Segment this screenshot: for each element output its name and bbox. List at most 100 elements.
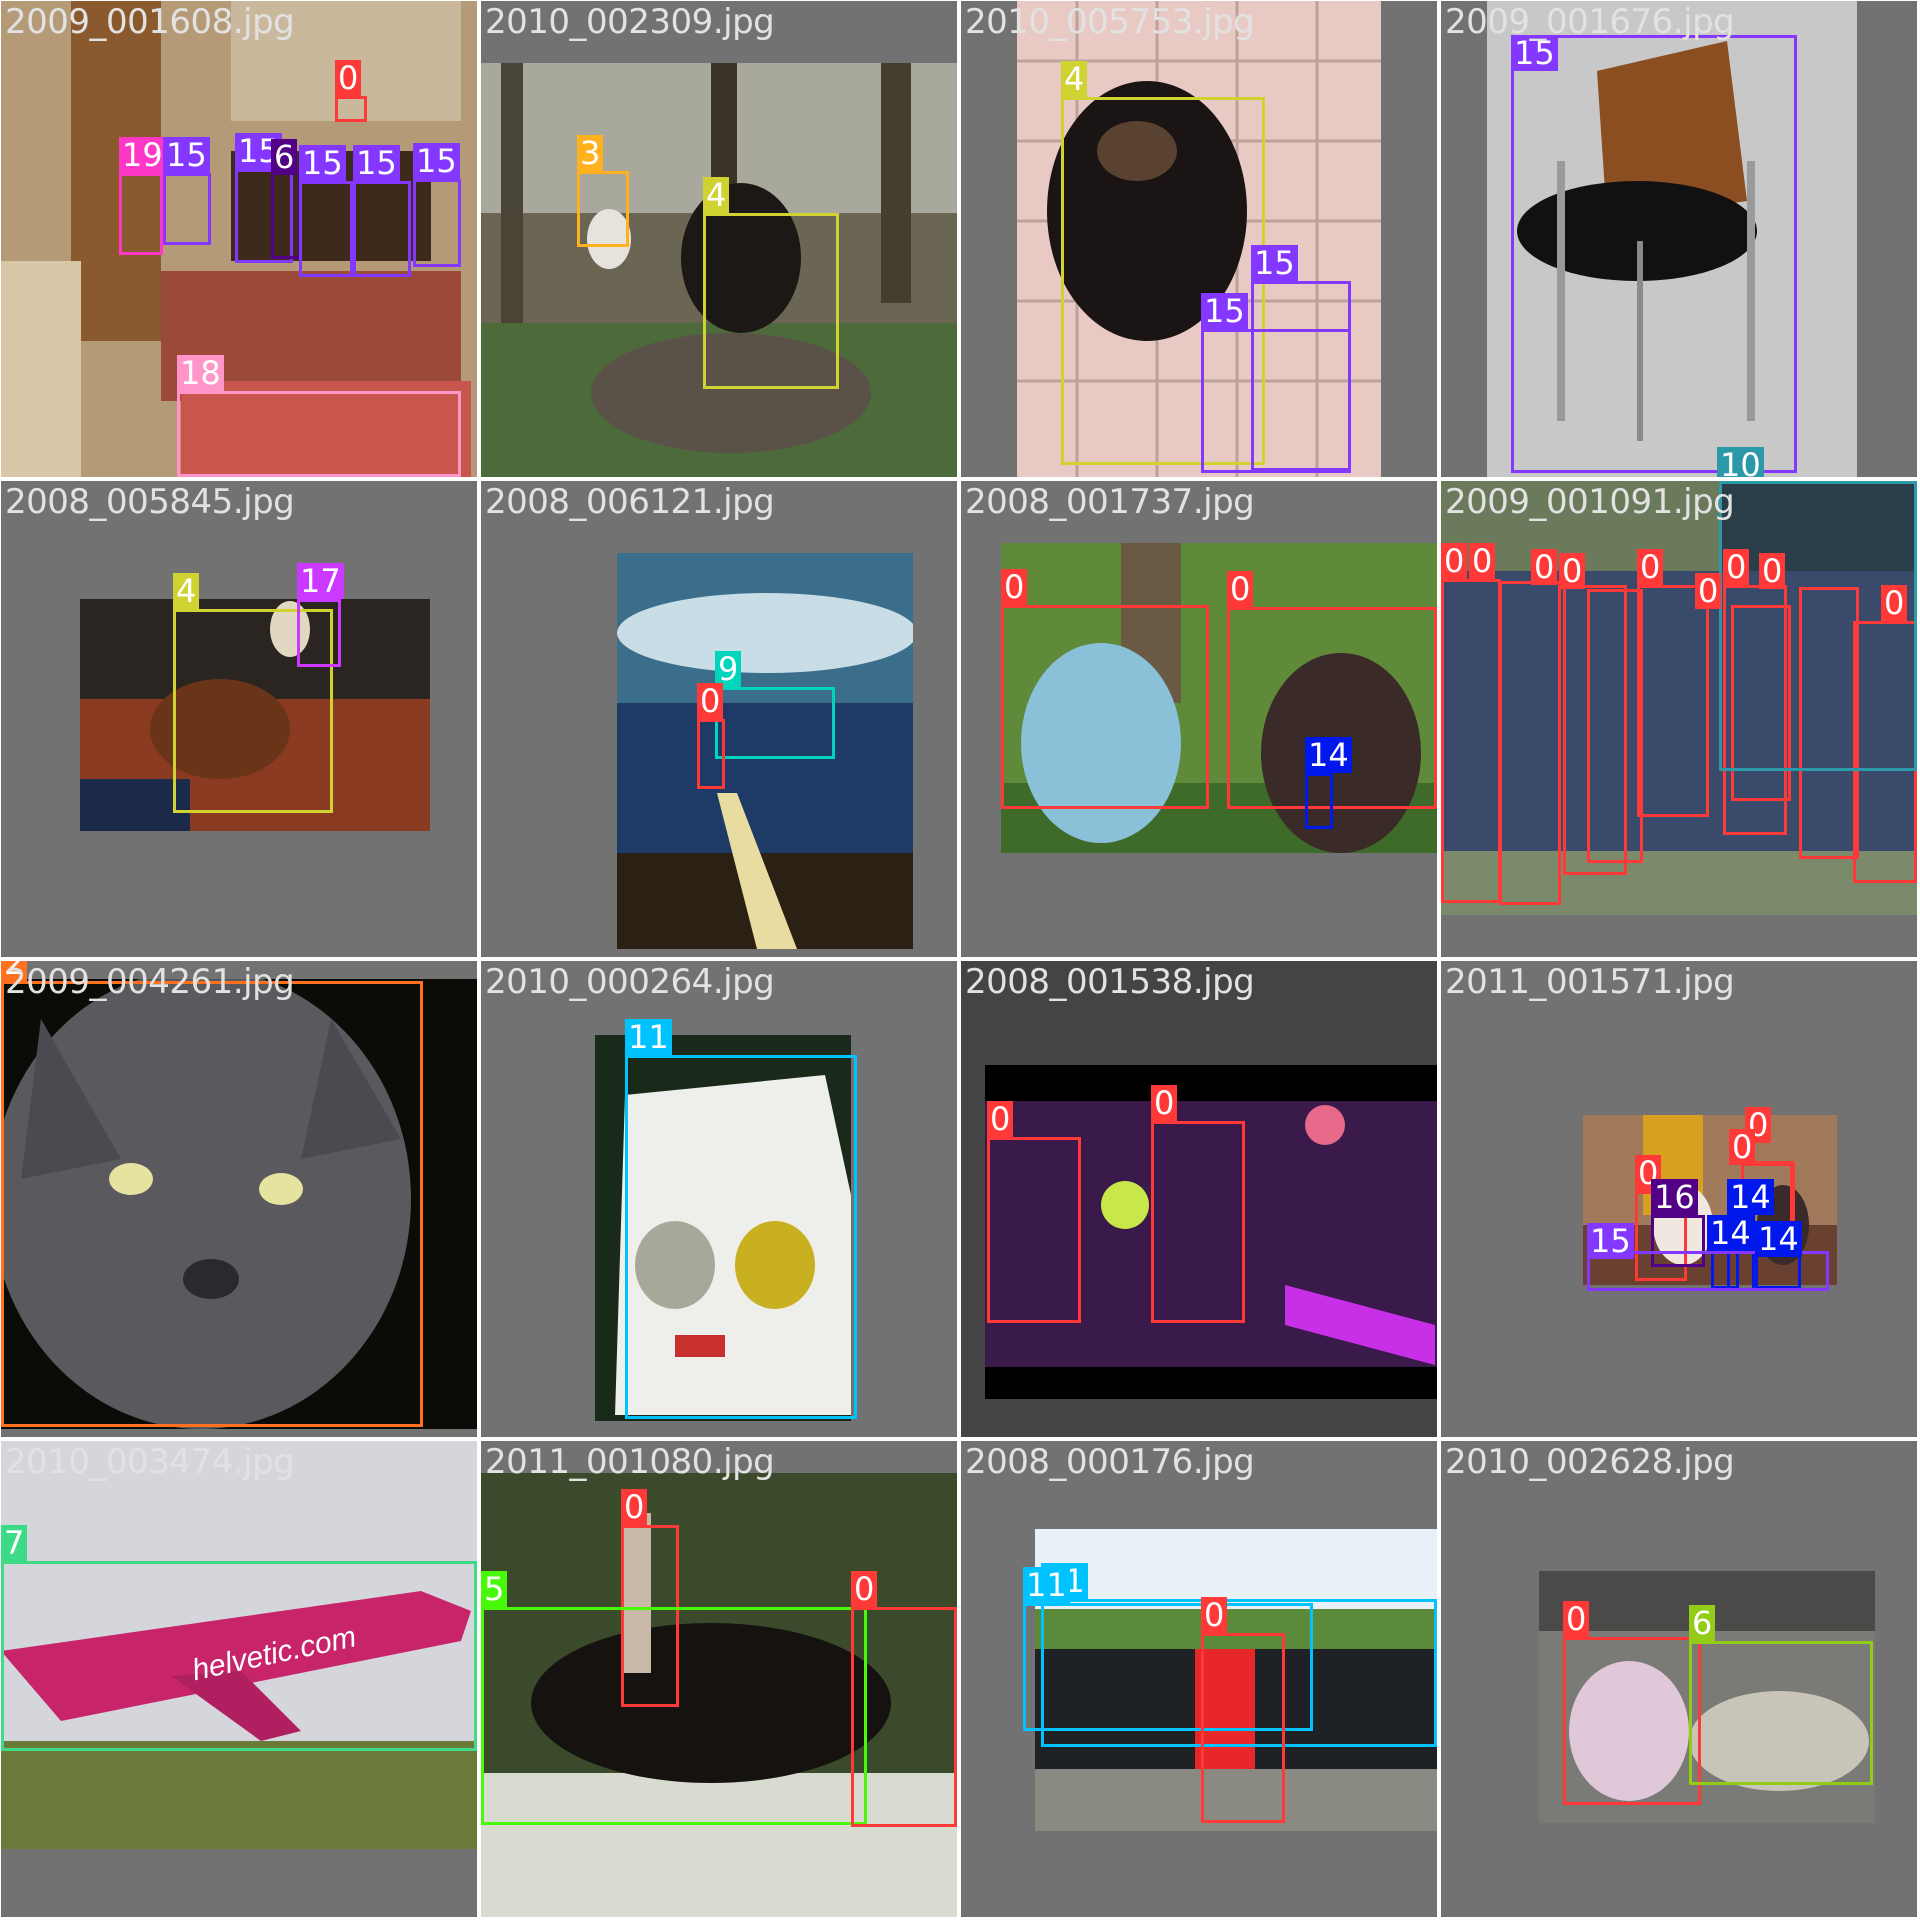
mosaic-tile: 2009_001091.jpg 0 0 0 0 0 0 0 0 0 <box>1441 481 1917 957</box>
bbox-label: 0 <box>1531 549 1558 585</box>
bbox-label: 0 <box>1151 1085 1178 1121</box>
bbox-label: 0 <box>851 1571 878 1607</box>
mosaic-tile: 2009_001676.jpg 15 10 <box>1441 1 1917 477</box>
bbox-person <box>1151 1121 1245 1323</box>
bbox-label: 0 <box>1759 553 1786 589</box>
bbox-car <box>625 1055 857 1419</box>
bbox-label: 6 <box>271 139 298 175</box>
bbox-label: 3 <box>577 135 604 171</box>
bbox-person <box>1441 579 1501 903</box>
tile-filename: 2008_005845.jpg <box>5 482 295 522</box>
bbox-label: 4 <box>1061 61 1088 97</box>
bbox-label: 0 <box>1723 549 1750 585</box>
bbox-person <box>1201 1633 1285 1823</box>
mosaic-tile: 2010_005753.jpg 4 15 15 <box>961 1 1437 477</box>
bbox-label: 0 <box>1729 1129 1756 1165</box>
bbox-label: 10 <box>1717 447 1764 477</box>
tile-filename: 2011_001571.jpg <box>1445 962 1735 1002</box>
mosaic-tile: 2008_005845.jpg 4 17 <box>1 481 477 957</box>
mosaic-tile: 2008_001538.jpg 0 0 <box>961 961 1437 1437</box>
bbox-chair <box>1511 35 1797 473</box>
mosaic-tile: 2010_000264.jpg 11 <box>481 961 957 1437</box>
bbox-chair <box>163 173 211 245</box>
bbox-label: 0 <box>1695 573 1722 609</box>
bbox-person <box>1499 581 1561 905</box>
tile-filename: 2010_002628.jpg <box>1445 1442 1735 1482</box>
tile-filename: 2008_006121.jpg <box>485 482 775 522</box>
bbox-label: 0 <box>1227 571 1254 607</box>
mosaic-tile: 2008_001737.jpg 0 0 14 <box>961 481 1437 957</box>
tile-filename: 2010_002309.jpg <box>485 2 775 42</box>
bbox-chair <box>299 181 353 277</box>
bbox-label: 14 <box>1305 737 1352 773</box>
tile-filename: 2011_001080.jpg <box>485 1442 775 1482</box>
bbox-label: 17 <box>297 563 344 599</box>
bbox-label: 0 <box>621 1489 648 1525</box>
bbox-person <box>1001 605 1209 809</box>
bbox-chair <box>413 179 461 267</box>
tile-filename: 2008_000176.jpg <box>965 1442 1255 1482</box>
bbox-label: 15 <box>163 137 210 173</box>
mosaic-tile: 2010_002628.jpg 0 6 <box>1441 1441 1917 1917</box>
bbox-tvmonitor <box>119 173 163 255</box>
mosaic-tile: 2008_000176.jpg 11 11 0 <box>961 1441 1437 1917</box>
bbox-sheep <box>297 599 341 667</box>
bbox-label: 0 <box>987 1101 1014 1137</box>
tile-filename: 2008_001538.jpg <box>965 962 1255 1002</box>
bbox-bird <box>1 981 423 1427</box>
bbox-label: 15 <box>299 145 346 181</box>
tile-filename: 2008_001737.jpg <box>965 482 1255 522</box>
bbox-label: 15 <box>1201 293 1248 329</box>
tile-filename: 2009_001608.jpg <box>5 2 295 42</box>
mosaic-tile: 2010_002309.jpg 3 4 <box>481 1 957 477</box>
bbox-label: 19 <box>119 137 166 173</box>
bbox-car <box>1 1561 477 1751</box>
mosaic-tile: helvetic.com 2010_003474.jpg 7 <box>1 1441 477 1917</box>
bbox-label: 15 <box>1251 245 1298 281</box>
bbox-label: 0 <box>1563 1601 1590 1637</box>
bbox-horse <box>481 1607 867 1825</box>
tile-filename: 2010_003474.jpg <box>5 1442 295 1482</box>
bbox-label: 15 <box>1587 1223 1634 1259</box>
bbox-label: 4 <box>703 177 730 213</box>
mosaic-tile: 2008_006121.jpg 9 0 <box>481 481 957 957</box>
bbox-person <box>1637 585 1709 817</box>
bbox-bird <box>577 171 629 247</box>
bbox-bus <box>271 169 301 259</box>
bbox-chair <box>1201 329 1351 473</box>
bbox-label: 0 <box>1881 585 1908 621</box>
bbox-label: 15 <box>353 145 400 181</box>
bbox-label: 14 <box>1755 1221 1802 1257</box>
mosaic-tile: 2009_001608.jpg 0 19 15 15 6 15 15 15 18 <box>1 1 477 477</box>
mosaic-tile: 2011_001571.jpg 0 0 0 16 14 14 14 15 <box>1441 961 1917 1437</box>
bbox-person <box>1587 589 1643 863</box>
bbox-label: 0 <box>335 60 362 96</box>
bbox-label: 5 <box>481 1571 508 1607</box>
tile-filename: 2010_005753.jpg <box>965 2 1255 42</box>
bbox-label: 6 <box>1689 1605 1716 1641</box>
bbox-person <box>851 1607 957 1827</box>
bbox-person <box>987 1137 1081 1323</box>
tile-filename: 2010_000264.jpg <box>485 962 775 1002</box>
bbox-label: 14 <box>1707 1215 1754 1251</box>
bbox-dog <box>703 213 839 389</box>
bbox-label: 0 <box>1469 543 1496 579</box>
bbox-label: 15 <box>413 143 460 179</box>
mosaic-grid: 2009_001608.jpg 0 19 15 15 6 15 15 15 18 <box>0 0 1920 1920</box>
mosaic-tile: 2011_001080.jpg 0 5 0 <box>481 1441 957 1917</box>
bbox-sofa <box>177 391 461 477</box>
bbox-label: 11 <box>1023 1567 1070 1603</box>
tile-filename: 2009_004261.jpg <box>5 962 295 1002</box>
bbox-label: 16 <box>1651 1179 1698 1215</box>
bbox-label: 0 <box>1001 569 1028 605</box>
bbox-label: 0 <box>1559 553 1586 589</box>
mosaic-tile: 2009_004261.jpg 2 <box>1 961 477 1437</box>
bbox-label: 0 <box>1637 549 1664 585</box>
bbox-bus <box>1719 481 1917 771</box>
bbox-bottle <box>1305 773 1333 829</box>
bbox-label: 4 <box>173 573 200 609</box>
bbox-label: 11 <box>625 1019 672 1055</box>
bbox-person <box>335 96 367 122</box>
bbox-person <box>1563 1637 1701 1805</box>
bbox-chair <box>353 181 411 277</box>
